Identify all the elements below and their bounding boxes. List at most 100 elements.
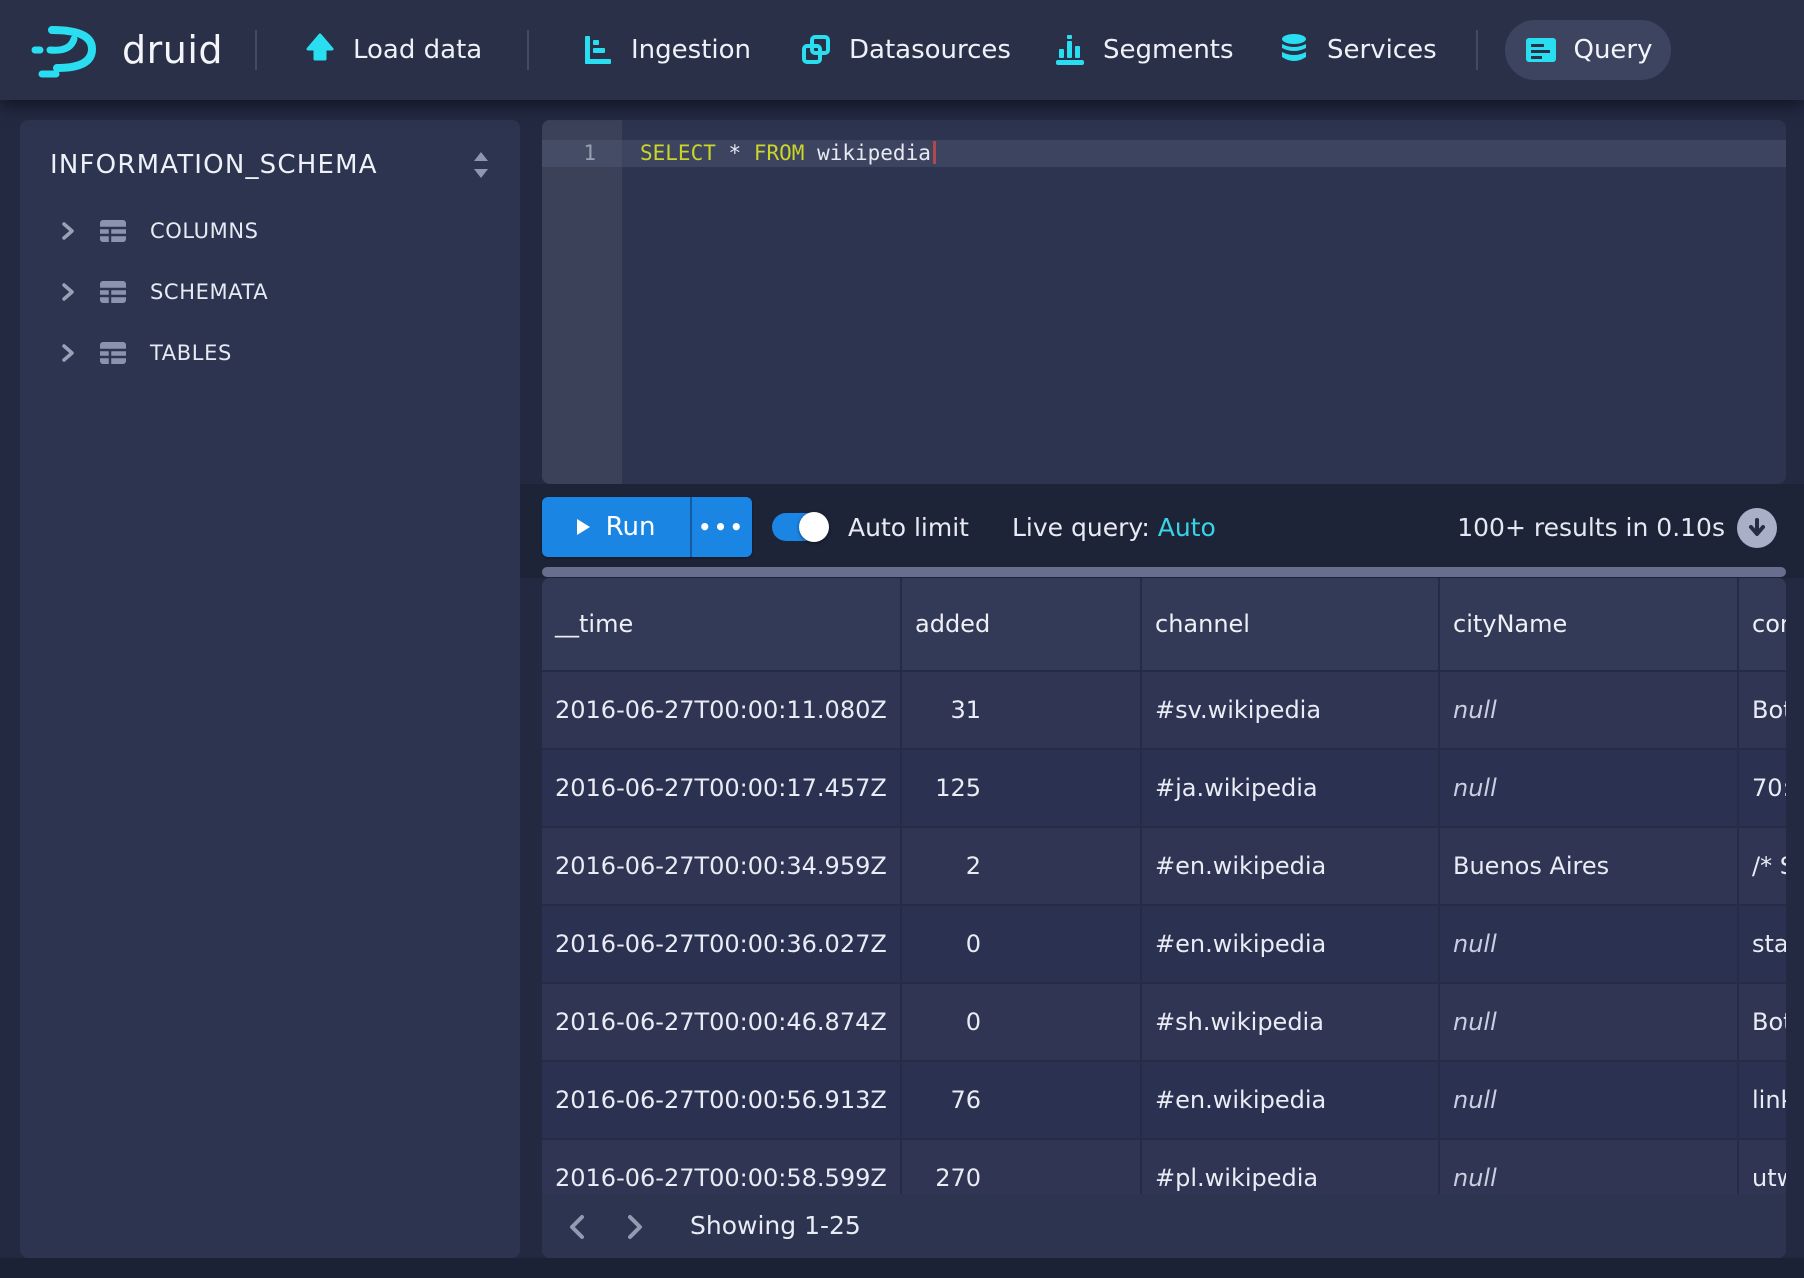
- text-cursor: [933, 141, 936, 164]
- table-row: 2016-06-27T00:00:34.959Z2#en.wikipediaBu…: [542, 828, 1786, 906]
- auto-limit-label: Auto limit: [848, 514, 969, 542]
- brand-name: druid: [122, 28, 223, 72]
- nav-item-label: Query: [1573, 35, 1652, 65]
- table-cell: null: [1440, 672, 1739, 748]
- next-page-button[interactable]: [618, 1208, 652, 1246]
- druid-logo-link[interactable]: druid: [30, 0, 223, 100]
- sql-star: *: [729, 141, 742, 165]
- table-cell: 0: [902, 984, 1142, 1060]
- table-cell: #pl.wikipedia: [1142, 1140, 1440, 1194]
- nav-item-services[interactable]: Services: [1276, 0, 1437, 100]
- column-header-added[interactable]: added: [902, 578, 1142, 670]
- load-data-icon: [302, 32, 338, 68]
- download-results-button[interactable]: [1737, 508, 1777, 548]
- prev-page-button[interactable]: [560, 1208, 594, 1246]
- results-summary: 100+ results in 0.10s: [1457, 514, 1725, 542]
- table-cell: 2016-06-27T00:00:56.913Z: [542, 1062, 902, 1138]
- druid-console: druid Load data Ingestion: [0, 0, 1804, 1278]
- column-header-comment[interactable]: comment: [1739, 578, 1786, 670]
- table-grid-icon: [98, 277, 128, 307]
- toggle-knob: [799, 512, 829, 542]
- table-cell: #sh.wikipedia: [1142, 984, 1440, 1060]
- table-cell: 270: [902, 1140, 1142, 1194]
- table-cell: Buenos Aires: [1440, 828, 1739, 904]
- more-dots-icon: •••: [698, 515, 745, 539]
- table-grid-icon: [98, 338, 128, 368]
- table-row: 2016-06-27T00:00:56.913Z76#en.wikipedian…: [542, 1062, 1786, 1140]
- table-cell: 2016-06-27T00:00:46.874Z: [542, 984, 902, 1060]
- nav-item-label: Segments: [1103, 35, 1234, 65]
- run-button-label: Run: [606, 512, 656, 542]
- table-cell: utwo: [1739, 1140, 1786, 1194]
- table-cell: null: [1440, 1140, 1739, 1194]
- top-nav-bar: druid Load data Ingestion: [0, 0, 1804, 100]
- nav-item-datasources[interactable]: Datasources: [798, 0, 1011, 100]
- sidebar-item-tables[interactable]: TABLES: [20, 328, 520, 378]
- nav-item-ingestion[interactable]: Ingestion: [580, 0, 751, 100]
- sql-keyword: FROM: [754, 141, 805, 165]
- column-header-cityname[interactable]: cityName: [1440, 578, 1739, 670]
- nav-item-segments[interactable]: Segments: [1052, 0, 1234, 100]
- sidebar-item-label: SCHEMATA: [150, 280, 268, 304]
- table-cell: link: [1739, 1062, 1786, 1138]
- table-cell: #en.wikipedia: [1142, 1062, 1440, 1138]
- column-header-time[interactable]: __time: [542, 578, 902, 670]
- sql-editor[interactable]: 1 SELECT * FROM wikipedia: [542, 120, 1786, 484]
- nav-divider: [527, 30, 529, 70]
- chevron-left-icon: [568, 1214, 586, 1240]
- nav-item-label: Load data: [353, 35, 482, 65]
- editor-gutter: [542, 120, 622, 484]
- page-bottom-margin: [0, 1258, 1804, 1278]
- live-query-value[interactable]: Auto: [1158, 513, 1216, 542]
- table-cell: 125: [902, 750, 1142, 826]
- table-cell: null: [1440, 1062, 1739, 1138]
- table-cell: Bot: [1739, 672, 1786, 748]
- table-cell: /* S: [1739, 828, 1786, 904]
- table-cell: 31: [902, 672, 1142, 748]
- table-cell: #sv.wikipedia: [1142, 672, 1440, 748]
- results-panel: __time added channel cityName comment 20…: [542, 578, 1786, 1258]
- schema-sidebar: INFORMATION_SCHEMA COLUMNS: [20, 120, 520, 1258]
- run-button[interactable]: Run: [542, 497, 692, 557]
- sql-code-line: SELECT * FROM wikipedia: [640, 140, 936, 167]
- chevron-right-icon: [62, 344, 76, 362]
- run-button-group: Run •••: [542, 497, 752, 557]
- sidebar-item-columns[interactable]: COLUMNS: [20, 206, 520, 256]
- table-cell: 70:: [1739, 750, 1786, 826]
- nav-item-load-data[interactable]: Load data: [302, 0, 482, 100]
- table-cell: #ja.wikipedia: [1142, 750, 1440, 826]
- table-rows: 2016-06-27T00:00:11.080Z31#sv.wikipedian…: [542, 672, 1786, 1194]
- sidebar-item-label: TABLES: [150, 341, 232, 365]
- table-cell: #en.wikipedia: [1142, 828, 1440, 904]
- ingestion-icon: [580, 32, 616, 68]
- chevron-right-icon: [626, 1214, 644, 1240]
- table-cell: 2016-06-27T00:00:17.457Z: [542, 750, 902, 826]
- table-row: 2016-06-27T00:00:58.599Z270#pl.wikipedia…: [542, 1140, 1786, 1194]
- table-cell: null: [1440, 750, 1739, 826]
- schema-selector[interactable]: INFORMATION_SCHEMA: [20, 120, 520, 206]
- table-cell: #en.wikipedia: [1142, 906, 1440, 982]
- run-more-button[interactable]: •••: [692, 497, 752, 557]
- nav-item-label: Ingestion: [631, 35, 751, 65]
- play-icon: [577, 519, 590, 535]
- query-icon: [1523, 32, 1559, 68]
- column-header-channel[interactable]: channel: [1142, 578, 1440, 670]
- horizontal-scrollbar[interactable]: [542, 567, 1786, 577]
- table-grid-icon: [98, 216, 128, 246]
- live-query-label: Live query:: [1012, 513, 1150, 542]
- chevron-right-icon: [62, 222, 76, 240]
- nav-item-label: Datasources: [849, 35, 1011, 65]
- chevron-right-icon: [62, 283, 76, 301]
- showing-range-label: Showing 1-25: [690, 1194, 861, 1258]
- line-number: 1: [542, 140, 596, 167]
- table-cell: 2016-06-27T00:00:11.080Z: [542, 672, 902, 748]
- sidebar-item-schemata[interactable]: SCHEMATA: [20, 267, 520, 317]
- table-cell: Bot: [1739, 984, 1786, 1060]
- auto-limit-toggle[interactable]: [772, 513, 828, 541]
- table-row: 2016-06-27T00:00:36.027Z0#en.wikipedianu…: [542, 906, 1786, 984]
- segments-icon: [1052, 32, 1088, 68]
- table-cell: 0: [902, 906, 1142, 982]
- table-row: 2016-06-27T00:00:17.457Z125#ja.wikipedia…: [542, 750, 1786, 828]
- sql-table-name: wikipedia: [817, 141, 931, 165]
- nav-item-query[interactable]: Query: [1505, 20, 1671, 80]
